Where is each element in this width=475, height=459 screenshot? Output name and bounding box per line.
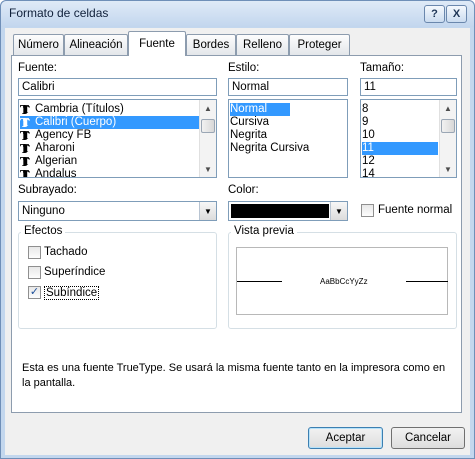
scroll-thumb[interactable] [441, 119, 455, 133]
list-item[interactable]: Cursiva [230, 116, 330, 129]
list-item[interactable]: TCambria (Títulos) [20, 103, 200, 117]
size-list[interactable]: 8 9 10 11 12 14 ▲ ▼ [360, 99, 457, 178]
tab-alineacion[interactable]: Alineación [64, 34, 128, 55]
list-item[interactable]: Negrita Cursiva [230, 142, 330, 155]
tab-fuente[interactable]: Fuente [128, 31, 186, 56]
list-item[interactable]: 14 [362, 168, 438, 177]
style-label: Estilo: [228, 62, 260, 74]
cancel-button[interactable]: Cancelar [391, 427, 465, 449]
normal-font-label: Fuente normal [378, 204, 453, 216]
truetype-info-text: Esta es una fuente TrueType. Se usará la… [22, 362, 446, 389]
font-list-scrollbar[interactable]: ▲ ▼ [199, 100, 216, 177]
preview-legend: Vista previa [231, 225, 297, 237]
list-item[interactable]: TAgency FB [20, 129, 200, 143]
list-item[interactable]: Negrita [230, 129, 330, 142]
truetype-icon: T [20, 156, 32, 169]
size-label: Tamaño: [360, 62, 405, 74]
effects-legend: Efectos [21, 225, 66, 237]
scroll-down-icon[interactable]: ▼ [440, 161, 456, 177]
size-list-scrollbar[interactable]: ▲ ▼ [439, 100, 456, 177]
dialog-client: Número Alineación Fuente Bordes Relleno … [5, 28, 470, 455]
window-title: Formato de celdas [9, 6, 109, 20]
underline-label: Subrayado: [18, 184, 77, 196]
scroll-up-icon[interactable]: ▲ [200, 100, 216, 116]
checkmark-icon: ✓ [29, 286, 40, 298]
close-icon: X [452, 8, 461, 20]
preview-box: AaBbCcYyZz [236, 247, 448, 315]
normal-font-checkbox[interactable] [361, 204, 374, 217]
list-item-selected[interactable]: Normal [230, 103, 290, 116]
truetype-icon: T [20, 169, 32, 178]
list-item[interactable]: TAndalus [20, 168, 200, 178]
tab-bordes[interactable]: Bordes [186, 34, 236, 55]
truetype-icon: T [20, 130, 32, 143]
close-button[interactable]: X [446, 5, 467, 23]
help-icon: ? [431, 8, 438, 20]
font-tab-panel: Fuente: Calibri TCambria (Títulos) TCali… [11, 55, 462, 413]
color-swatch [231, 204, 329, 218]
subscript-label: Subíndice [44, 286, 100, 300]
truetype-icon: T [20, 104, 32, 117]
list-item-selected[interactable]: TCalibri (Cuerpo) [20, 116, 200, 130]
size-input[interactable]: 11 [360, 78, 457, 96]
font-label: Fuente: [18, 62, 57, 74]
strikethrough-checkbox[interactable] [28, 246, 41, 259]
chevron-down-icon[interactable]: ▼ [199, 202, 216, 220]
list-item[interactable]: 9 [362, 116, 438, 129]
ok-button[interactable]: Aceptar [308, 427, 383, 449]
style-input[interactable]: Normal [228, 78, 348, 96]
tab-numero[interactable]: Número [13, 34, 64, 55]
superscript-label: Superíndice [44, 266, 106, 278]
truetype-icon: T [20, 143, 32, 156]
strikethrough-label: Tachado [44, 246, 88, 258]
color-select[interactable]: ▼ [228, 201, 348, 221]
list-item[interactable]: 10 [362, 129, 438, 142]
font-list[interactable]: TCambria (Títulos) TCalibri (Cuerpo) TAg… [18, 99, 217, 178]
scroll-down-icon[interactable]: ▼ [200, 161, 216, 177]
list-item[interactable]: 12 [362, 155, 438, 168]
tab-proteger[interactable]: Proteger [289, 34, 350, 55]
list-item[interactable]: 8 [362, 103, 438, 116]
list-item[interactable]: TAharoni [20, 142, 200, 156]
subscript-checkbox[interactable]: ✓ [28, 286, 41, 299]
underline-select[interactable]: Ninguno ▼ [18, 201, 217, 221]
list-item-selected[interactable]: 11 [362, 142, 438, 155]
style-list[interactable]: Normal Cursiva Negrita Negrita Cursiva [228, 99, 348, 178]
preview-baseline-right [406, 281, 448, 282]
scroll-thumb[interactable] [201, 119, 215, 133]
title-bar[interactable]: Formato de celdas ? X [1, 1, 474, 27]
font-input[interactable]: Calibri [18, 78, 217, 96]
truetype-icon: T [20, 117, 32, 130]
preview-baseline-left [237, 281, 282, 282]
tab-relleno[interactable]: Relleno [236, 34, 289, 55]
list-item[interactable]: TAlgerian [20, 155, 200, 169]
color-label: Color: [228, 184, 259, 196]
superscript-checkbox[interactable] [28, 266, 41, 279]
dialog-window: Formato de celdas ? X Número Alineación … [0, 0, 475, 459]
scroll-up-icon[interactable]: ▲ [440, 100, 456, 116]
preview-sample: AaBbCcYyZz [320, 277, 368, 286]
help-button[interactable]: ? [424, 5, 445, 23]
chevron-down-icon[interactable]: ▼ [330, 202, 347, 220]
underline-value: Ninguno [22, 205, 65, 217]
